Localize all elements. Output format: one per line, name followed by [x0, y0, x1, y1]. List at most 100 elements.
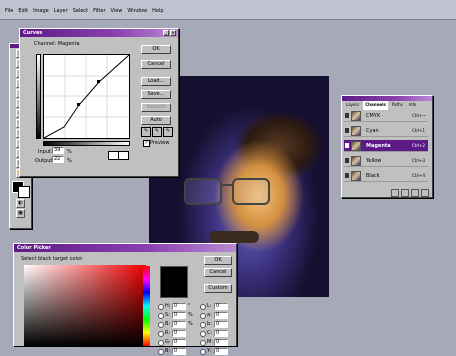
ok-button[interactable]: OK: [141, 45, 171, 54]
color-preview-swatch: [160, 266, 188, 298]
color-swatches[interactable]: [10, 180, 31, 198]
color-value-field[interactable]: 0: [172, 348, 186, 355]
eye-icon[interactable]: [345, 173, 349, 178]
screen-mode-icon[interactable]: ▣: [16, 209, 25, 218]
radio-button[interactable]: [200, 313, 206, 319]
load-selection-icon[interactable]: [391, 189, 399, 197]
channel-thumbnail: [351, 141, 361, 151]
curves-dialog: Curves _ × Channel: Magenta Input: 39 % …: [19, 28, 179, 177]
color-value-field[interactable]: 0: [172, 303, 186, 310]
tab-layers[interactable]: Layers: [344, 101, 361, 110]
custom-button[interactable]: Custom: [204, 284, 232, 293]
menu-item[interactable]: Image: [33, 8, 49, 14]
menu-item[interactable]: Window: [127, 8, 147, 14]
color-value-label: L:: [207, 303, 212, 309]
color-value-field[interactable]: 0: [172, 312, 186, 319]
hue-slider[interactable]: [143, 266, 150, 346]
radio-button[interactable]: [158, 313, 164, 319]
color-value-label: a:: [207, 312, 212, 318]
preview-checkbox[interactable]: ✓: [143, 140, 150, 147]
color-picker-dialog: Color Picker Select black target color: …: [13, 243, 240, 355]
color-value-row: Y: 0: [200, 348, 240, 356]
menu-item[interactable]: Filter: [93, 8, 105, 14]
menu-item[interactable]: Edit: [18, 8, 28, 14]
eye-icon[interactable]: [345, 113, 349, 118]
color-value-row: G: 0: [158, 339, 198, 347]
save-button[interactable]: Save...: [141, 90, 171, 99]
trash-icon[interactable]: [421, 189, 429, 197]
curve-graph[interactable]: [43, 54, 130, 139]
close-icon[interactable]: ×: [170, 30, 176, 36]
channel-row[interactable]: CMYK Ctrl+~: [344, 110, 428, 122]
channel-name: CMYK: [366, 113, 381, 119]
eyedropper-white-icon[interactable]: ✎: [163, 127, 173, 137]
curve-graph-svg: [43, 54, 130, 139]
radio-button[interactable]: [200, 340, 206, 346]
new-channel-icon[interactable]: [411, 189, 419, 197]
radio-button[interactable]: [200, 331, 206, 337]
auto-button[interactable]: Auto: [141, 116, 171, 125]
load-button[interactable]: Load...: [141, 77, 171, 86]
color-picker-title: Color Picker: [17, 245, 51, 251]
smooth-button[interactable]: Smooth: [141, 103, 171, 112]
pencil-mode-icon[interactable]: [118, 151, 129, 160]
channel-row[interactable]: Yellow Ctrl+3: [344, 155, 428, 167]
channel-shortcut: Ctrl+4: [412, 173, 426, 178]
curves-titlebar[interactable]: Curves _ ×: [20, 29, 178, 37]
color-value-field[interactable]: 0: [214, 330, 228, 337]
color-value-field[interactable]: 0: [172, 321, 186, 328]
tab-channels[interactable]: Channels: [363, 101, 388, 110]
color-value-label: H:: [165, 303, 171, 309]
radio-button[interactable]: [200, 304, 206, 310]
radio-button[interactable]: [158, 349, 164, 355]
output-unit: %: [67, 158, 72, 164]
radio-button[interactable]: [158, 331, 164, 337]
ok-button[interactable]: OK: [204, 256, 232, 265]
cancel-button[interactable]: Cancel: [204, 268, 232, 277]
eyedropper-black-icon[interactable]: ✎: [141, 127, 151, 137]
cancel-button[interactable]: Cancel: [141, 60, 171, 69]
input-field[interactable]: 39: [52, 147, 64, 154]
channel-thumbnail: [351, 156, 361, 166]
tab-paths[interactable]: Paths: [390, 101, 405, 110]
color-value-field[interactable]: 0: [214, 348, 228, 355]
mask-mode-icon[interactable]: ◐: [16, 199, 25, 208]
color-value-field[interactable]: 0: [214, 303, 228, 310]
eye-icon[interactable]: [345, 158, 349, 163]
color-value-row: M: 0: [200, 339, 240, 347]
menu-item[interactable]: Help: [152, 8, 163, 14]
color-value-field[interactable]: 0: [172, 330, 186, 337]
color-value-row: B: 0%: [158, 321, 198, 329]
channel-row-selected[interactable]: Magenta Ctrl+2: [344, 140, 428, 152]
channel-shortcut: Ctrl+3: [412, 158, 426, 163]
color-value-row: H: 0 °: [158, 303, 198, 311]
channel-row[interactable]: Cyan Ctrl+1: [344, 125, 428, 137]
channel-label[interactable]: Channel: Magenta: [34, 41, 80, 47]
channel-row[interactable]: Black Ctrl+4: [344, 170, 428, 182]
save-selection-icon[interactable]: [401, 189, 409, 197]
menu-items: File Edit Image Layer Select Filter View Window…: [5, 8, 164, 14]
color-value-field[interactable]: 0: [214, 312, 228, 319]
menu-item[interactable]: Select: [73, 8, 88, 14]
color-picker-titlebar[interactable]: Color Picker: [14, 244, 236, 252]
tab-info[interactable]: Info: [407, 101, 419, 110]
color-value-field[interactable]: 0: [214, 321, 228, 328]
channel-shortcut: Ctrl+2: [412, 143, 426, 148]
radio-button[interactable]: [200, 322, 206, 328]
color-value-label: S:: [165, 312, 170, 318]
menu-item[interactable]: Layer: [54, 8, 68, 14]
background-color-swatch[interactable]: [18, 186, 30, 198]
radio-button[interactable]: [200, 349, 206, 355]
eye-icon[interactable]: [345, 143, 349, 148]
eyedropper-gray-icon[interactable]: ✎: [152, 127, 162, 137]
radio-button[interactable]: [158, 322, 164, 328]
output-field[interactable]: 22: [52, 156, 64, 163]
menu-item[interactable]: File: [5, 8, 13, 14]
radio-button[interactable]: [158, 304, 164, 310]
menu-item[interactable]: View: [111, 8, 123, 14]
minimize-icon[interactable]: _: [163, 30, 169, 36]
color-value-label: G:: [165, 339, 171, 345]
color-field[interactable]: [24, 265, 146, 346]
eye-icon[interactable]: [345, 128, 349, 133]
radio-button[interactable]: [158, 340, 164, 346]
